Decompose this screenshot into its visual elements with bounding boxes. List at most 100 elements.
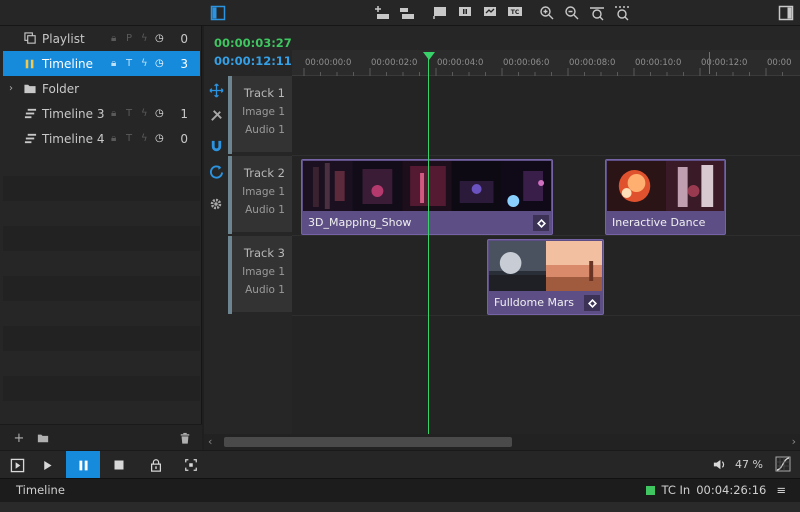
add-icon[interactable]: + bbox=[12, 431, 26, 446]
clip-thumbnails bbox=[489, 241, 602, 291]
ruler-tick-label: 00:00 bbox=[767, 58, 792, 68]
bolt-icon[interactable]: ϟ bbox=[141, 133, 148, 144]
track-name: Track 2 bbox=[243, 166, 285, 180]
track-audio-layer: Audio 1 bbox=[245, 204, 285, 216]
track-header-2[interactable]: Track 2 Image 1 Audio 1 bbox=[228, 156, 292, 234]
clock-icon[interactable]: ◷ bbox=[155, 33, 164, 44]
stop-button[interactable] bbox=[102, 451, 136, 479]
zoom-in-icon[interactable] bbox=[537, 3, 557, 23]
chevron-right-icon[interactable]: › bbox=[9, 83, 13, 94]
pause-marker-icon[interactable] bbox=[455, 3, 475, 23]
add-track-icon[interactable] bbox=[372, 3, 392, 23]
clip-interactive-dance[interactable]: Ineractive Dance bbox=[605, 159, 726, 235]
lock-icon[interactable]: 🔒︎ bbox=[111, 58, 116, 69]
clock-icon[interactable]: ◷ bbox=[155, 133, 164, 144]
tc-status-indicator bbox=[646, 485, 656, 495]
item-count: 0 bbox=[180, 131, 188, 146]
bolt-icon[interactable]: ϟ bbox=[141, 33, 148, 44]
scroll-right-icon[interactable]: › bbox=[792, 435, 796, 448]
snap-rotate-icon[interactable] bbox=[208, 164, 224, 180]
settings-gear-icon[interactable] bbox=[208, 196, 224, 212]
track-audio-layer: Audio 1 bbox=[245, 124, 285, 136]
ruler-tick-label: 00:00:10:0 bbox=[635, 58, 682, 68]
lock-icon[interactable]: 🔒︎ bbox=[111, 33, 116, 44]
ruler-tick-label: 00:00:06:0 bbox=[503, 58, 550, 68]
list-item-label: Folder bbox=[42, 81, 80, 96]
clip-3d-mapping-show[interactable]: 3D_Mapping_Show bbox=[301, 159, 553, 235]
trash-icon[interactable] bbox=[178, 431, 192, 445]
ruler-tick-label: 00:00:00:0 bbox=[305, 58, 352, 68]
remove-track-icon[interactable] bbox=[397, 3, 417, 23]
list-item-timeline-3[interactable]: Timeline 3 🔒︎ T ϟ ◷ 1 bbox=[3, 101, 200, 126]
scrollbar-thumb[interactable] bbox=[224, 437, 512, 447]
new-folder-icon[interactable] bbox=[36, 431, 50, 445]
track-image-layer: Image 1 bbox=[242, 186, 285, 198]
jump-marker-icon[interactable] bbox=[480, 3, 500, 23]
playhead-handle[interactable] bbox=[423, 52, 435, 60]
curve-editor-icon[interactable] bbox=[775, 456, 791, 472]
move-tool-icon[interactable] bbox=[208, 82, 224, 98]
play-from-start-button[interactable] bbox=[0, 451, 34, 479]
volume-icon[interactable] bbox=[712, 457, 727, 475]
transport-bar: 47 % bbox=[0, 450, 800, 479]
lock-icon[interactable]: 🔒︎ bbox=[111, 108, 116, 119]
track-lane-1[interactable] bbox=[292, 76, 800, 156]
mode-flag[interactable]: P bbox=[126, 33, 132, 44]
duration-timecode[interactable]: 00:00:12:11 bbox=[214, 54, 292, 68]
pause-button[interactable] bbox=[66, 451, 100, 479]
item-count: 1 bbox=[180, 106, 188, 121]
list-item-label: Playlist bbox=[42, 31, 85, 46]
keyframe-icon[interactable] bbox=[533, 215, 549, 231]
list-item-timeline-4[interactable]: Timeline 4 🔒︎ T ϟ ◷ 0 bbox=[3, 126, 200, 151]
list-item-folder[interactable]: › Folder bbox=[3, 76, 200, 101]
lock-icon[interactable]: 🔒︎ bbox=[111, 133, 116, 144]
timecode-marker-icon[interactable]: TC bbox=[505, 3, 525, 23]
end-marker[interactable] bbox=[709, 52, 710, 74]
track-headers: Track 1 Image 1 Audio 1 Track 2 Image 1 … bbox=[228, 76, 292, 434]
horizontal-scrollbar[interactable]: ‹ › bbox=[204, 434, 800, 450]
zoom-selection-icon[interactable] bbox=[612, 3, 632, 23]
mode-flag[interactable]: T bbox=[126, 133, 132, 144]
playhead[interactable] bbox=[428, 58, 429, 434]
ruler-tick-label: 00:00:08:0 bbox=[569, 58, 616, 68]
clock-icon[interactable]: ◷ bbox=[155, 58, 164, 69]
zoom-out-icon[interactable] bbox=[562, 3, 582, 23]
mode-flag[interactable]: T bbox=[126, 58, 132, 69]
time-ruler[interactable]: 00:00:00:0 00:00:02:0 00:00:04:0 00:00:0… bbox=[292, 50, 800, 76]
edit-tools bbox=[204, 76, 228, 434]
menu-icon[interactable]: ≡ bbox=[776, 483, 786, 497]
timeline-tracks[interactable]: 3D_Mapping_Show Ineractive Dance Fulldom… bbox=[292, 76, 800, 434]
bolt-icon[interactable]: ϟ bbox=[141, 58, 148, 69]
mode-flag[interactable]: T bbox=[126, 108, 132, 119]
list-item-playlist[interactable]: Playlist 🔒︎ P ϟ ◷ 0 bbox=[3, 26, 200, 51]
panel-left-toggle-icon[interactable] bbox=[208, 3, 228, 23]
fullscreen-button[interactable] bbox=[174, 451, 208, 479]
ruler-tick-label: 00:00:02:0 bbox=[371, 58, 418, 68]
bolt-icon[interactable]: ϟ bbox=[141, 108, 148, 119]
clock-icon[interactable]: ◷ bbox=[155, 108, 164, 119]
snap-magnet-icon[interactable] bbox=[208, 138, 224, 154]
panel-right-toggle-icon[interactable] bbox=[776, 3, 796, 23]
clip-fulldome-mars[interactable]: Fulldome Mars bbox=[487, 239, 604, 315]
track-name: Track 3 bbox=[243, 246, 285, 260]
track-image-layer: Image 1 bbox=[242, 266, 285, 278]
track-header-3[interactable]: Track 3 Image 1 Audio 1 bbox=[228, 236, 292, 314]
zoom-fit-icon[interactable] bbox=[587, 3, 607, 23]
timeline-icon bbox=[23, 107, 37, 121]
volume-level[interactable]: 47 % bbox=[735, 458, 763, 471]
keyframe-icon[interactable] bbox=[584, 295, 600, 311]
list-item-timeline[interactable]: Timeline 🔒︎ T ϟ ◷ 3 bbox=[3, 51, 200, 76]
razor-tool-icon[interactable] bbox=[208, 107, 224, 123]
marker-icon[interactable] bbox=[430, 3, 450, 23]
current-timecode[interactable]: 00:00:03:27 bbox=[214, 36, 292, 50]
timecode-display: 00:00:03:27 00:00:12:11 bbox=[204, 26, 292, 76]
timeline-list-panel: Playlist 🔒︎ P ϟ ◷ 0 Timeline 🔒︎ T ϟ ◷ 3 … bbox=[0, 26, 202, 450]
track-header-1[interactable]: Track 1 Image 1 Audio 1 bbox=[228, 76, 292, 154]
timeline-pause-icon bbox=[23, 57, 37, 71]
ruler-tick-label: 00:00:12:0 bbox=[701, 58, 748, 68]
item-count: 0 bbox=[180, 31, 188, 46]
folder-icon bbox=[23, 82, 37, 96]
lock-transport-button[interactable] bbox=[139, 451, 173, 479]
scroll-left-icon[interactable]: ‹ bbox=[208, 435, 212, 448]
play-button[interactable] bbox=[30, 451, 64, 479]
